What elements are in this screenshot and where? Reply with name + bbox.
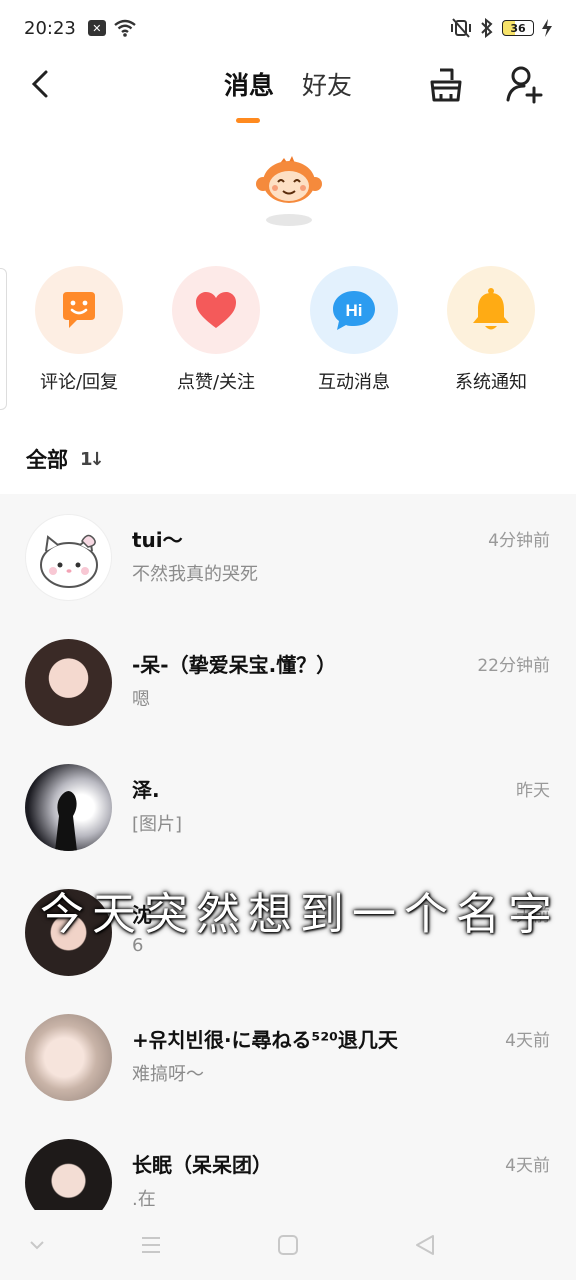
nav-back-button[interactable] (410, 1230, 440, 1260)
battery-icon: 36 (502, 20, 534, 36)
list-item[interactable]: tui～ 不然我真的哭死 4分钟前 (0, 494, 576, 619)
conversation-time: 4分钟前 (488, 531, 550, 551)
list-item[interactable]: 长眠（呆呆团） .在 4天前 (0, 1119, 576, 1210)
mute-vibrate-icon (451, 18, 471, 38)
silhouette-avatar (55, 791, 77, 851)
filter-all-label[interactable]: 全部 (26, 444, 68, 474)
conversation-time: 4天前 (505, 1031, 550, 1051)
header: 消息 好友 (0, 56, 576, 126)
status-time: 20:23 (24, 17, 76, 39)
shortcut-system-circle (447, 266, 535, 354)
collapse-icon (30, 1241, 44, 1250)
shortcut-interactions-label: 互动消息 (318, 372, 390, 393)
home-icon (278, 1235, 298, 1255)
conversation-preview: 不然我真的哭死 (132, 564, 258, 585)
conversation-preview: .在 (132, 1189, 156, 1210)
shortcut-comments-circle (35, 266, 123, 354)
wifi-icon (114, 19, 136, 37)
avatar (25, 1139, 112, 1210)
conversation-name: 泽. (132, 778, 160, 802)
svg-text:Hi: Hi (346, 301, 363, 320)
conversation-time: 22分钟前 (477, 656, 550, 676)
nav-menu-button[interactable] (136, 1230, 166, 1260)
heart-icon (196, 292, 236, 328)
charging-icon (542, 19, 552, 37)
conversation-preview: 难搞呀～ (132, 1064, 204, 1085)
clean-broom-icon (430, 68, 462, 102)
avatar (25, 514, 112, 601)
shortcut-interactions[interactable]: Hi 互动消息 (289, 266, 419, 394)
conversation-name: +유치빈很·に尋ねる⁵²⁰退几天 (132, 1028, 398, 1052)
conversation-name: -呆-（挚爱呆宝.懂？） (132, 653, 337, 677)
add-friend-icon (506, 66, 543, 104)
avatar (25, 639, 112, 726)
battery-level: 36 (510, 21, 526, 35)
nav-collapse-button[interactable] (22, 1230, 52, 1260)
menu-icon (142, 1237, 160, 1253)
conversation-list[interactable]: tui～ 不然我真的哭死 4分钟前 -呆-（挚爱呆宝.懂？） 嗯 22分钟前 泽… (0, 494, 576, 1210)
mascot-illustration (254, 154, 324, 234)
shortcut-interactions-circle: Hi (310, 266, 398, 354)
tab-bar: 消息 好友 (0, 66, 576, 102)
shortcut-comments-label: 评论/回复 (39, 372, 119, 393)
avatar (25, 764, 112, 851)
conversation-preview: [图片] (132, 814, 183, 835)
add-friend-button[interactable] (504, 64, 544, 104)
monkey-mascot-icon (256, 156, 322, 226)
bluetooth-icon (481, 18, 493, 38)
back-triangle-icon (416, 1235, 434, 1255)
list-item[interactable]: 泽. [图片] 昨天 (0, 744, 576, 869)
shortcut-system-notices[interactable]: 系统通知 (426, 266, 556, 394)
conversation-preview: 嗯 (132, 689, 150, 710)
status-bar: 20:23 ✕ 36 (0, 0, 576, 56)
conversation-time: 4天前 (505, 1156, 550, 1176)
avatar (25, 1014, 112, 1101)
cartoon-cat-avatar (40, 534, 98, 588)
shortcut-comments-replies[interactable]: 评论/回复 (14, 266, 144, 394)
shortcut-likes-circle (172, 266, 260, 354)
conversation-name: 长眠（呆呆团） (132, 1153, 272, 1177)
shortcut-row: 评论/回复 点赞/关注 Hi 互动消息 系统通知 (0, 266, 576, 396)
shortcut-system-label: 系统通知 (455, 372, 527, 393)
system-nav-bar (0, 1210, 576, 1280)
list-item[interactable]: +유치빈很·に尋ねる⁵²⁰退几天 难搞呀～ 4天前 (0, 994, 576, 1119)
shortcut-likes-label: 点赞/关注 (176, 372, 256, 393)
conversation-time: 昨天 (516, 781, 550, 801)
tab-friends[interactable]: 好友 (302, 66, 352, 102)
list-item[interactable]: -呆-（挚爱呆宝.懂？） 嗯 22分钟前 (0, 619, 576, 744)
conversation-name: tui～ (132, 528, 183, 552)
bell-icon (473, 288, 509, 330)
sort-icon[interactable]: 1↓ (80, 449, 105, 470)
shortcut-likes-follows[interactable]: 点赞/关注 (151, 266, 281, 394)
clean-button[interactable] (426, 64, 466, 104)
hi-bubble-icon: Hi (333, 291, 375, 330)
filter-sort-bar[interactable]: 全部 1↓ (26, 444, 105, 474)
active-tab-indicator (236, 118, 260, 123)
nav-home-button[interactable] (273, 1230, 303, 1260)
comment-smile-icon (63, 292, 95, 328)
tab-messages[interactable]: 消息 (224, 66, 274, 102)
notification-x-icon: ✕ (87, 20, 106, 36)
video-caption-overlay: 今天突然想到一个名字 (40, 889, 560, 940)
